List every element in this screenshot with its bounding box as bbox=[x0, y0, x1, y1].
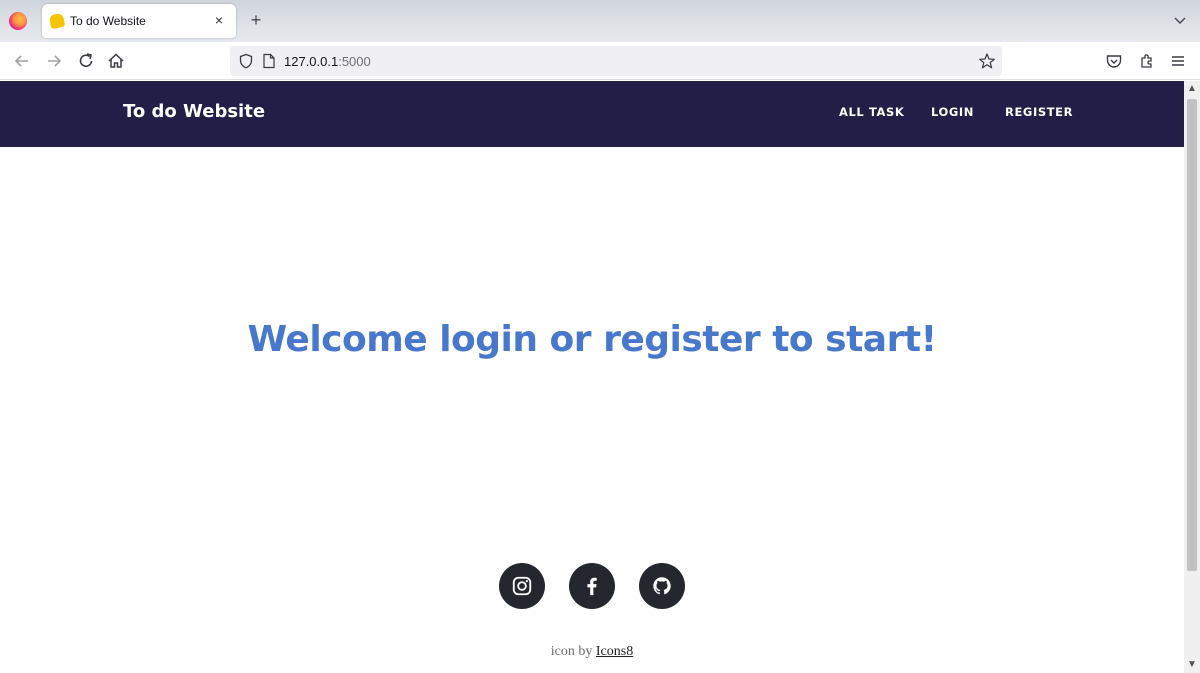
extensions-icon[interactable] bbox=[1137, 51, 1157, 71]
tab-title: To do Website bbox=[70, 14, 146, 28]
back-arrow-icon[interactable] bbox=[12, 51, 32, 71]
reload-icon[interactable] bbox=[76, 51, 96, 71]
icons8-link[interactable]: Icons8 bbox=[596, 644, 633, 659]
url-port: :5000 bbox=[338, 54, 371, 69]
scroll-down-arrow-icon[interactable]: ▼ bbox=[1184, 657, 1200, 673]
forward-arrow-icon[interactable] bbox=[44, 51, 64, 71]
url-bar[interactable]: 127.0.0.1:5000 bbox=[230, 46, 1002, 76]
page-viewport: To do Website ALL TASK LOGIN REGISTER We… bbox=[0, 81, 1200, 673]
new-tab-button[interactable]: + bbox=[246, 10, 266, 30]
nav-all-task-link[interactable]: ALL TASK bbox=[839, 105, 904, 119]
browser-tab[interactable]: To do Website × bbox=[42, 4, 236, 38]
bookmark-star-icon[interactable] bbox=[978, 52, 996, 70]
facebook-icon[interactable] bbox=[569, 563, 615, 609]
browser-tab-bar: To do Website × + bbox=[0, 0, 1200, 42]
browser-toolbar: 127.0.0.1:5000 bbox=[0, 42, 1200, 80]
tab-list-chevron-icon[interactable] bbox=[1172, 12, 1188, 28]
nav-login-link[interactable]: LOGIN bbox=[931, 105, 974, 119]
firefox-menu-icon[interactable] bbox=[9, 12, 27, 30]
github-icon[interactable] bbox=[639, 563, 685, 609]
instagram-icon[interactable] bbox=[499, 563, 545, 609]
url-text[interactable]: 127.0.0.1:5000 bbox=[284, 54, 371, 69]
icon-credit: icon by Icons8 bbox=[0, 644, 1184, 660]
shield-icon[interactable] bbox=[238, 53, 254, 69]
url-host: 127.0.0.1 bbox=[284, 54, 339, 69]
page-info-icon[interactable] bbox=[262, 53, 276, 69]
vertical-scrollbar[interactable]: ▲ ▼ bbox=[1184, 81, 1200, 673]
nav-register-link[interactable]: REGISTER bbox=[1005, 105, 1073, 119]
site-brand-link[interactable]: To do Website bbox=[123, 101, 265, 122]
tab-favicon-icon bbox=[48, 12, 66, 30]
scroll-up-arrow-icon[interactable]: ▲ bbox=[1184, 81, 1200, 97]
scroll-thumb[interactable] bbox=[1187, 99, 1197, 571]
home-icon[interactable] bbox=[106, 51, 126, 71]
site-header: To do Website ALL TASK LOGIN REGISTER bbox=[0, 81, 1184, 147]
credit-prefix: icon by bbox=[550, 644, 593, 659]
pocket-icon[interactable] bbox=[1104, 51, 1124, 71]
tab-close-icon[interactable]: × bbox=[210, 11, 228, 29]
app-menu-icon[interactable] bbox=[1168, 51, 1188, 71]
hero-title: Welcome login or register to start! bbox=[247, 319, 937, 360]
